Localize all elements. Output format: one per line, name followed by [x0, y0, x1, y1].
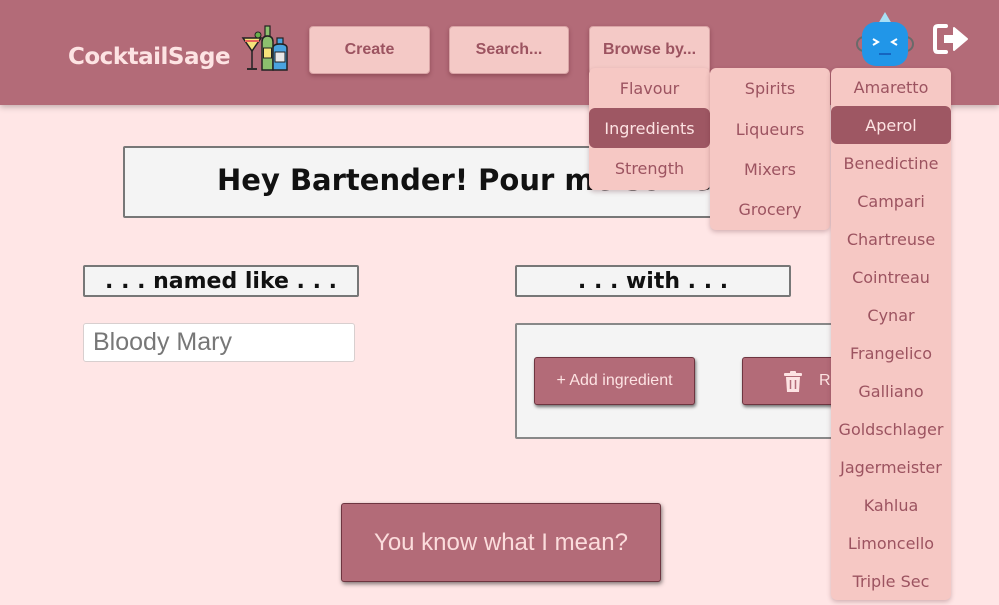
robot-avatar-icon[interactable] — [854, 10, 916, 70]
menu-item-cynar[interactable]: Cynar — [831, 296, 951, 334]
cocktail-bottles-icon — [241, 25, 288, 71]
menu-item-goldschlager[interactable]: Goldschlager — [831, 410, 951, 448]
menu-item-aperol[interactable]: Aperol — [831, 106, 951, 144]
cocktail-name-input[interactable] — [83, 323, 355, 362]
submit-button[interactable]: You know what I mean? — [341, 503, 661, 582]
brand-title[interactable]: CocktailSage — [68, 44, 231, 70]
menu-item-frangelico[interactable]: Frangelico — [831, 334, 951, 372]
search-button-label: Search... — [475, 41, 543, 58]
browse-by-button-label: Browse by... — [602, 41, 697, 58]
browse-by-menu: Flavour Ingredients Strength — [589, 68, 710, 190]
ingredients-submenu: Spirits Liqueurs Mixers Grocery — [710, 68, 830, 230]
menu-item-jagermeister[interactable]: Jagermeister — [831, 448, 951, 486]
browse-by-button[interactable]: Browse by... — [589, 26, 710, 74]
named-like-label: . . . named like . . . — [83, 265, 359, 297]
remove-ingredient-button[interactable]: Remove — [742, 357, 843, 405]
menu-item-liqueurs[interactable]: Liqueurs — [710, 109, 830, 149]
menu-item-chartreuse[interactable]: Chartreuse — [831, 220, 951, 258]
add-ingredient-label: + Add ingredient — [556, 372, 673, 389]
menu-item-grocery[interactable]: Grocery — [710, 189, 830, 229]
liqueurs-submenu: Amaretto Aperol Benedictine Campari Char… — [831, 68, 951, 600]
menu-item-ingredients[interactable]: Ingredients — [589, 108, 710, 148]
menu-item-campari[interactable]: Campari — [831, 182, 951, 220]
create-button[interactable]: Create — [309, 26, 430, 74]
menu-item-galliano[interactable]: Galliano — [831, 372, 951, 410]
add-ingredient-button[interactable]: + Add ingredient — [534, 357, 695, 405]
submit-button-label: You know what I mean? — [374, 528, 628, 556]
menu-item-flavour[interactable]: Flavour — [589, 68, 710, 108]
logout-icon[interactable] — [932, 22, 970, 56]
menu-item-cointreau[interactable]: Cointreau — [831, 258, 951, 296]
menu-item-mixers[interactable]: Mixers — [710, 149, 830, 189]
search-button[interactable]: Search... — [449, 26, 569, 74]
menu-item-amaretto[interactable]: Amaretto — [831, 68, 951, 106]
menu-item-kahlua[interactable]: Kahlua — [831, 486, 951, 524]
menu-item-limoncello[interactable]: Limoncello — [831, 524, 951, 562]
menu-item-benedictine[interactable]: Benedictine — [831, 144, 951, 182]
menu-item-triple-sec[interactable]: Triple Sec — [831, 562, 951, 600]
ingredient-panel: + Add ingredient Remove — [515, 323, 845, 439]
create-button-label: Create — [344, 41, 395, 58]
menu-item-spirits[interactable]: Spirits — [710, 68, 830, 109]
trash-icon — [784, 371, 802, 392]
with-label: . . . with . . . — [515, 265, 791, 297]
menu-item-strength[interactable]: Strength — [589, 148, 710, 188]
